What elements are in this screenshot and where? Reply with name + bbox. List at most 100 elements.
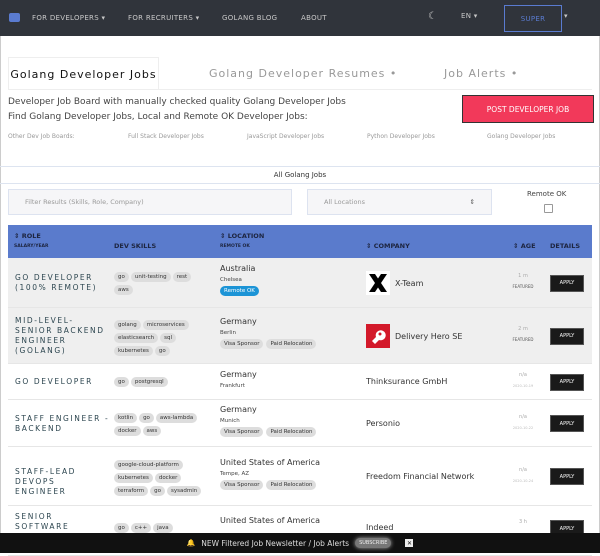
- skill-chip[interactable]: sysadmin: [167, 486, 202, 496]
- skill-chip[interactable]: java: [153, 523, 173, 533]
- company: Thinksurance GmbH: [366, 377, 447, 386]
- company: Freedom Financial Network: [366, 472, 474, 481]
- remote-ok-label: Remote OK: [527, 190, 567, 198]
- location-city: Frankfurt: [220, 383, 245, 389]
- job-role[interactable]: MID-LEVEL-SENIOR BACKEND ENGINEER (GOLAN…: [15, 316, 110, 356]
- company-name[interactable]: Thinksurance GmbH: [366, 377, 447, 386]
- job-age: n/a 2020-10-22: [503, 414, 543, 430]
- company: X-Team: [366, 271, 423, 295]
- header-remote-ok: REMOTE OK: [220, 244, 250, 249]
- sort-role[interactable]: ⇕ ROLE: [14, 232, 41, 240]
- intro-line-1: Developer Job Board with manually checke…: [8, 97, 346, 107]
- company-name[interactable]: Freedom Financial Network: [366, 472, 474, 481]
- post-date: 2020-10-19: [512, 384, 534, 388]
- skill-chip[interactable]: sql: [160, 332, 177, 343]
- age-value: 2 m: [518, 326, 528, 332]
- subscribe-button[interactable]: SUBSCRIBE: [355, 538, 392, 548]
- skill-chip[interactable]: go: [139, 412, 154, 423]
- location-select[interactable]: All Locations ⇕: [307, 189, 492, 215]
- nav-golang-blog[interactable]: GOLANG BLOG: [222, 14, 277, 22]
- board-link-golang[interactable]: Golang Developer Jobs: [487, 133, 555, 140]
- all-jobs-heading: All Golang Jobs: [0, 166, 600, 184]
- job-role[interactable]: STAFF-LEAD DEVOPS ENGINEER: [15, 467, 110, 497]
- skills-list: go postgresql: [114, 376, 210, 387]
- language-dropdown[interactable]: EN ▾: [461, 12, 478, 20]
- nav-about[interactable]: ABOUT: [301, 14, 327, 22]
- apply-button[interactable]: APPLY: [550, 327, 584, 345]
- age-value: 1 m: [518, 273, 528, 279]
- skill-chip[interactable]: golang: [114, 319, 141, 330]
- remote-ok-checkbox[interactable]: [544, 204, 553, 213]
- close-icon[interactable]: ✕: [405, 539, 414, 547]
- tab-job-alerts[interactable]: Job Alerts •: [444, 57, 518, 90]
- skill-chip[interactable]: google-cloud-platform: [114, 460, 183, 470]
- dark-mode-moon-icon[interactable]: ☾: [428, 11, 437, 22]
- skill-chip[interactable]: go: [150, 486, 166, 496]
- logo-icon[interactable]: [9, 13, 20, 22]
- tab-developer-jobs[interactable]: Golang Developer Jobs: [8, 57, 159, 90]
- skill-chip[interactable]: docker: [154, 473, 182, 483]
- bell-icon: 🔔: [186, 539, 196, 547]
- featured-label: FEATURED: [512, 337, 534, 342]
- job-location: Germany Munich Visa Sponsor Paid Relocati…: [220, 405, 317, 437]
- skill-chip[interactable]: elasticsearch: [114, 332, 159, 343]
- job-age: 3 h: [503, 519, 543, 525]
- skill-chip[interactable]: aws: [114, 285, 133, 295]
- board-link-javascript[interactable]: JavaScript Developer Jobs: [247, 133, 324, 140]
- skill-chip[interactable]: terraform: [114, 486, 149, 496]
- apply-button[interactable]: APPLY: [550, 274, 584, 292]
- skill-chip[interactable]: go: [114, 376, 129, 387]
- table-row[interactable]: STAFF-LEAD DEVOPS ENGINEER google-cloud-…: [8, 447, 592, 506]
- skill-chip[interactable]: go: [114, 523, 129, 533]
- featured-label: FEATURED: [512, 284, 534, 289]
- skills-list: golang microservices elasticsearch sql kuber…: [114, 319, 210, 356]
- table-row[interactable]: MID-LEVEL-SENIOR BACKEND ENGINEER (GOLAN…: [8, 308, 592, 364]
- company-name[interactable]: Personio: [366, 419, 400, 428]
- user-dropdown-caret-icon[interactable]: ▾: [564, 12, 568, 20]
- skill-chip[interactable]: postgresql: [130, 376, 168, 387]
- skill-chip[interactable]: go: [114, 272, 129, 282]
- skill-chip[interactable]: kotlin: [114, 412, 138, 423]
- nav-for-recruiters[interactable]: FOR RECRUITERS ▾: [128, 14, 199, 22]
- nav-for-developers[interactable]: FOR DEVELOPERS ▾: [32, 14, 105, 22]
- job-role[interactable]: GO DEVELOPER (100% REMOTE): [15, 273, 110, 293]
- skill-chip[interactable]: aws: [142, 425, 162, 436]
- tab-developer-resumes[interactable]: Golang Developer Resumes •: [209, 57, 397, 90]
- sort-company[interactable]: ⇕ COMPANY: [366, 242, 410, 250]
- user-button[interactable]: SUPER: [504, 5, 562, 32]
- job-location: United States of America Tempe, AZ Visa …: [220, 458, 320, 490]
- sort-location[interactable]: ⇕ LOCATION: [220, 232, 264, 240]
- skill-chip[interactable]: go: [154, 345, 170, 356]
- board-link-python[interactable]: Python Developer Jobs: [367, 133, 435, 140]
- apply-button[interactable]: APPLY: [550, 468, 584, 485]
- skill-chip[interactable]: c++: [130, 523, 152, 533]
- skill-chip[interactable]: microservices: [142, 319, 189, 330]
- select-arrows-icon: ⇕: [469, 198, 475, 206]
- post-developer-job-button[interactable]: POST DEVELOPER JOB: [462, 95, 594, 123]
- apply-button[interactable]: APPLY: [550, 415, 584, 432]
- table-row[interactable]: GO DEVELOPER go postgresql Germany Frankf…: [8, 364, 592, 400]
- table-row[interactable]: STAFF ENGINEER - BACKEND kotlin go aws-lam…: [8, 400, 592, 447]
- skill-chip[interactable]: docker: [114, 425, 141, 436]
- job-role[interactable]: GO DEVELOPER: [15, 377, 110, 387]
- company-name[interactable]: Delivery Hero SE: [395, 332, 462, 341]
- skill-chip[interactable]: kubernetes: [114, 473, 153, 483]
- other-boards-label: Other Dev Job Boards:: [8, 133, 75, 140]
- board-link-fullstack[interactable]: Full Stack Developer Jobs: [128, 133, 204, 140]
- skill-chip[interactable]: aws-lambda: [155, 412, 198, 423]
- location-city: Tempe, AZ: [220, 470, 250, 477]
- table-row[interactable]: GO DEVELOPER (100% REMOTE) go unit-testin…: [8, 258, 592, 308]
- filter-input[interactable]: Filter Results (Skills, Role, Company): [8, 189, 292, 215]
- job-role[interactable]: STAFF ENGINEER - BACKEND: [15, 414, 110, 434]
- location-badge: Paid Relocation: [266, 339, 317, 349]
- skill-chip[interactable]: rest: [172, 272, 192, 282]
- skill-chip[interactable]: kubernetes: [114, 345, 153, 356]
- sort-age[interactable]: ⇕ AGE: [513, 242, 536, 250]
- job-age: n/a 2020-10-19: [503, 372, 543, 388]
- company-name[interactable]: X-Team: [395, 279, 423, 288]
- age-value: 3 h: [519, 519, 527, 525]
- apply-button[interactable]: APPLY: [550, 373, 584, 391]
- company-name[interactable]: Indeed: [366, 523, 393, 532]
- age-value: n/a: [519, 413, 527, 420]
- skill-chip[interactable]: unit-testing: [130, 272, 171, 282]
